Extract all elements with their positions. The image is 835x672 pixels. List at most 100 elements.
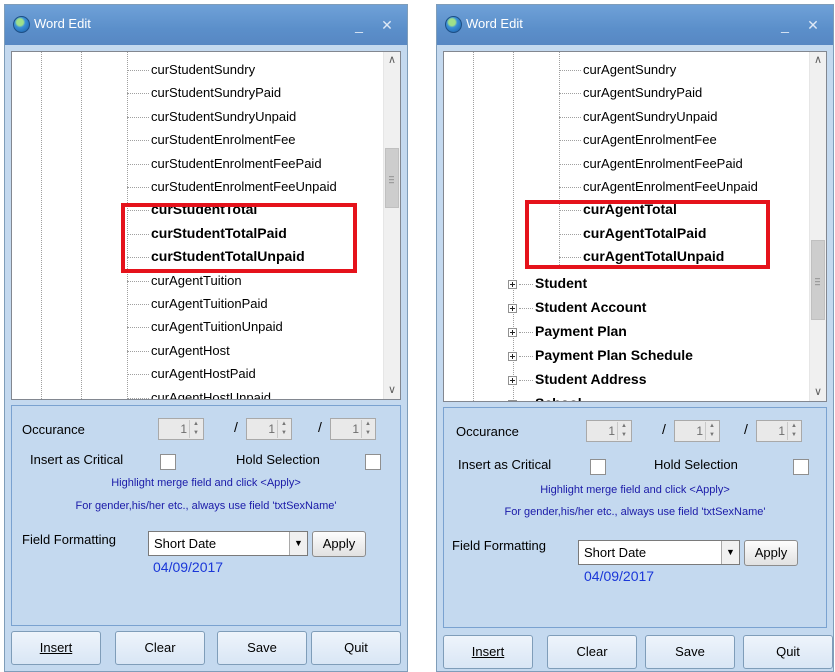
expand-plus-icon[interactable]	[508, 279, 517, 289]
occurance-spinner-1[interactable]: 1 ▲ ▼	[158, 418, 204, 440]
spinner-value: 1	[608, 424, 615, 438]
word-edit-window-left: Word Edit _ ✕ curStudentSundry curStudent…	[4, 4, 408, 672]
format-select[interactable]: Short Date ▼	[148, 531, 308, 556]
tree-connector	[519, 283, 533, 285]
tree-item[interactable]: curAgentHost	[127, 339, 230, 362]
tree-connector	[519, 379, 533, 381]
chevron-down-icon[interactable]: ▼	[289, 532, 307, 555]
insert-critical-checkbox[interactable]	[160, 454, 176, 470]
merge-field-tree[interactable]: curStudentSundry curStudentSundryPaid curS…	[11, 51, 401, 400]
minimize-icon[interactable]: _	[349, 17, 369, 33]
tree-connector	[127, 116, 149, 118]
clear-label: Clear	[576, 644, 608, 659]
tree-item-label: curAgentHostUnpaid	[151, 389, 271, 400]
insert-button[interactable]: Insert	[11, 631, 101, 665]
spinner-arrows-icon[interactable]: ▲ ▼	[617, 422, 630, 440]
spinner-value: 1	[352, 422, 359, 436]
close-icon[interactable]: ✕	[803, 17, 823, 33]
hold-selection-checkbox[interactable]	[365, 454, 381, 470]
tree-scrollbar[interactable]: ∧ – – – ∨	[809, 52, 826, 401]
chevron-down-icon[interactable]: ▼	[721, 541, 739, 564]
tree-item-label: curAgentEnrolmentFeePaid	[583, 155, 743, 171]
separator: /	[744, 421, 748, 437]
tree-item-label: curStudentSundryPaid	[151, 85, 282, 101]
scroll-thumb[interactable]: – – –	[811, 240, 825, 320]
tree-item[interactable]: curAgentHostUnpaid	[127, 386, 271, 400]
tree-group[interactable]: Student	[508, 272, 587, 295]
scroll-up-icon[interactable]: ∧	[810, 52, 826, 69]
tree-scrollbar[interactable]: ∧ – – – ∨	[383, 52, 400, 399]
merge-field-tree[interactable]: curAgentSundry curAgentSundryPaid curAgent…	[443, 51, 827, 402]
tree-item[interactable]: curAgentEnrolmentFeeUnpaid	[559, 175, 758, 198]
hold-selection-checkbox[interactable]	[793, 459, 809, 475]
tree-guide-line	[473, 52, 474, 401]
tree-group[interactable]: Student Address	[508, 368, 647, 391]
scroll-down-icon[interactable]: ∨	[384, 382, 400, 399]
tree-group[interactable]: School	[508, 392, 582, 401]
expand-plus-icon[interactable]	[508, 399, 517, 401]
expand-plus-icon[interactable]	[508, 375, 517, 385]
tree-item[interactable]: curAgentEnrolmentFee	[559, 128, 717, 151]
spinner-arrows-icon[interactable]: ▲ ▼	[189, 420, 202, 438]
tree-group[interactable]: Payment Plan Schedule	[508, 344, 693, 367]
tree-item[interactable]: curStudentEnrolmentFeeUnpaid	[127, 175, 337, 198]
tree-item[interactable]: curStudentEnrolmentFeePaid	[127, 152, 322, 175]
tree-item[interactable]: curAgentSundry	[559, 58, 676, 81]
close-icon[interactable]: ✕	[377, 17, 397, 33]
title-bar[interactable]: Word Edit _ ✕	[5, 5, 407, 45]
tree-connector	[559, 116, 581, 118]
tree-connector	[127, 304, 149, 306]
clear-button[interactable]: Clear	[115, 631, 205, 665]
date-preview: 04/09/2017	[584, 568, 655, 584]
tree-item[interactable]: curStudentSundryUnpaid	[127, 105, 296, 128]
occurance-spinner-3[interactable]: 1 ▲ ▼	[756, 420, 802, 442]
tree-connector	[127, 163, 149, 165]
expand-plus-icon[interactable]	[508, 351, 517, 361]
quit-button[interactable]: Quit	[743, 635, 833, 669]
spinner-arrows-icon[interactable]: ▲ ▼	[277, 420, 290, 438]
date-preview: 04/09/2017	[153, 559, 224, 575]
red-highlight-box	[121, 203, 357, 273]
scroll-thumb[interactable]: – – –	[385, 148, 399, 208]
scroll-up-icon[interactable]: ∧	[384, 52, 400, 69]
apply-button[interactable]: Apply	[312, 531, 366, 557]
tree-item[interactable]: curStudentEnrolmentFee	[127, 128, 296, 151]
expand-plus-icon[interactable]	[508, 327, 517, 337]
clear-button[interactable]: Clear	[547, 635, 637, 669]
occurance-spinner-3[interactable]: 1 ▲ ▼	[330, 418, 376, 440]
minimize-icon[interactable]: _	[775, 17, 795, 33]
spinner-value: 1	[180, 422, 187, 436]
scroll-down-icon[interactable]: ∨	[810, 384, 826, 401]
tree-item[interactable]: curAgentTuitionPaid	[127, 292, 268, 315]
insert-button[interactable]: Insert	[443, 635, 533, 669]
occurance-spinner-2[interactable]: 1 ▲ ▼	[246, 418, 292, 440]
tree-item[interactable]: curAgentSundryUnpaid	[559, 105, 717, 128]
format-select[interactable]: Short Date ▼	[578, 540, 740, 565]
format-value: Short Date	[154, 536, 217, 551]
occurance-spinner-2[interactable]: 1 ▲ ▼	[674, 420, 720, 442]
separator: /	[318, 419, 322, 435]
spinner-arrows-icon[interactable]: ▲ ▼	[787, 422, 800, 440]
tree-connector	[559, 163, 581, 165]
spinner-arrows-icon[interactable]: ▲ ▼	[361, 420, 374, 438]
save-button[interactable]: Save	[217, 631, 307, 665]
insert-critical-checkbox[interactable]	[590, 459, 606, 475]
occurance-spinner-1[interactable]: 1 ▲ ▼	[586, 420, 632, 442]
title-bar[interactable]: Word Edit _ ✕	[437, 5, 833, 45]
apply-button[interactable]: Apply	[744, 540, 798, 566]
tree-item[interactable]: curStudentSundry	[127, 58, 255, 81]
tree-item[interactable]: curStudentSundryPaid	[127, 81, 281, 104]
field-formatting-label: Field Formatting	[22, 532, 116, 547]
tree-item[interactable]: curAgentEnrolmentFeePaid	[559, 152, 743, 175]
tree-item[interactable]: curAgentTuitionUnpaid	[127, 315, 283, 338]
expand-plus-icon[interactable]	[508, 303, 517, 313]
spinner-arrows-icon[interactable]: ▲ ▼	[705, 422, 718, 440]
tree-item[interactable]: curAgentHostPaid	[127, 362, 256, 385]
tree-item[interactable]: curAgentSundryPaid	[559, 81, 702, 104]
tree-group[interactable]: Student Account	[508, 296, 646, 319]
tree-group[interactable]: Payment Plan	[508, 320, 627, 343]
tree-group-label: Student Account	[535, 299, 647, 315]
quit-button[interactable]: Quit	[311, 631, 401, 665]
tree-group-label: School	[535, 395, 582, 401]
save-button[interactable]: Save	[645, 635, 735, 669]
